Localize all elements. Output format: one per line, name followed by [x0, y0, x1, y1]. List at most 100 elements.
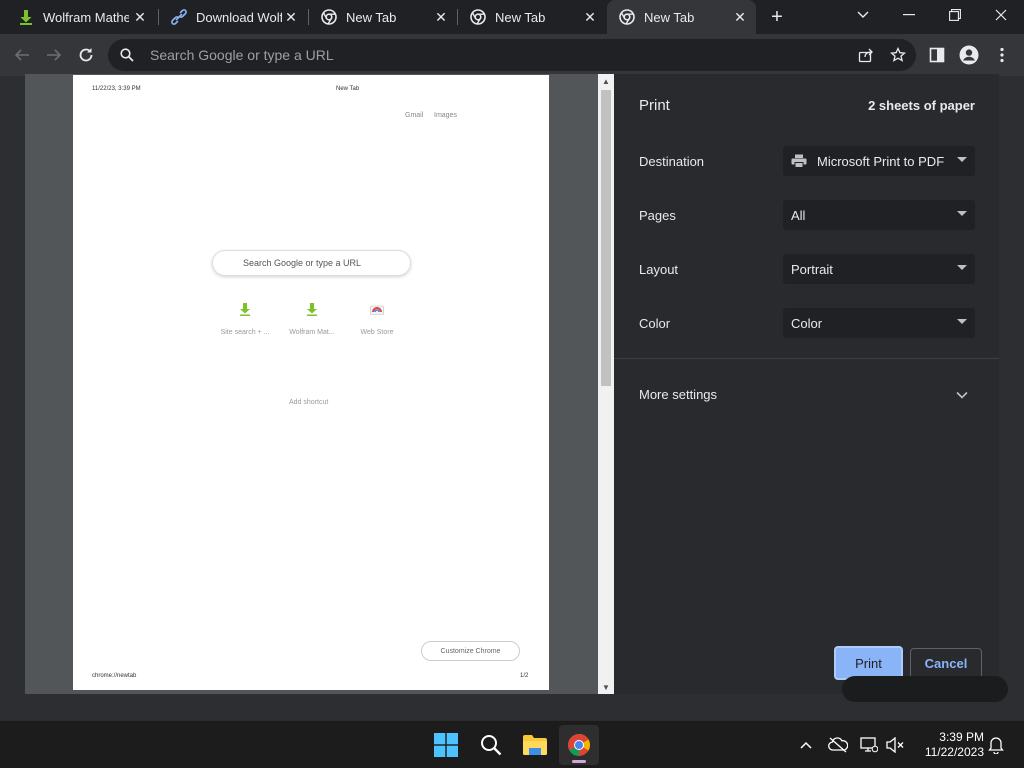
print-dialog-title: Print	[639, 97, 670, 114]
preview-customize-chrome: Customize Chrome	[421, 641, 520, 661]
tab-title: New Tab	[644, 9, 695, 25]
back-arrow-icon[interactable]	[9, 42, 35, 68]
search-icon	[118, 46, 136, 64]
chrome-taskbar-icon[interactable]	[559, 725, 599, 765]
color-value: Color	[791, 315, 823, 331]
start-button[interactable]	[426, 725, 466, 765]
print-preview-pane: 11/22/23, 3:39 PM New Tab Gmail Images S…	[25, 74, 614, 694]
share-icon[interactable]	[858, 47, 874, 68]
tab-new-tab-active[interactable]: New Tab ✕	[607, 0, 756, 34]
restore-icon[interactable]	[932, 0, 978, 30]
close-tab-icon[interactable]: ✕	[732, 9, 748, 25]
preview-shortcut: Web Store	[342, 301, 412, 336]
layout-select[interactable]: Portrait	[783, 254, 975, 284]
profile-avatar-icon[interactable]	[956, 42, 982, 68]
dropdown-caret-icon	[957, 265, 967, 270]
color-select[interactable]: Color	[783, 308, 975, 338]
tab-title: Wolfram Mathem	[43, 9, 129, 25]
preview-search-placeholder: Search Google or type a URL	[243, 258, 362, 268]
notification-bell-icon[interactable]	[986, 735, 1006, 755]
chrome-icon	[321, 9, 337, 25]
tab-search-icon[interactable]	[840, 0, 886, 30]
preview-page: 11/22/23, 3:39 PM New Tab Gmail Images S…	[73, 75, 549, 690]
tab-title: Download Wolfr	[196, 9, 282, 25]
tab-title: New Tab	[346, 9, 397, 25]
file-explorer-icon[interactable]	[515, 725, 555, 765]
layout-label: Layout	[639, 262, 679, 277]
bookmark-star-icon[interactable]	[889, 46, 907, 68]
download-arrow-icon	[237, 301, 253, 317]
tab-strip: Wolfram Mathem ✕ Download Wolfr ✕ New Ta…	[0, 0, 1024, 34]
clock-time: 3:39 PM	[939, 730, 984, 744]
print-button[interactable]: Print	[834, 646, 903, 680]
preview-shortcut-label: Web Store	[360, 329, 394, 336]
background-button	[842, 676, 1008, 702]
scroll-up-arrow-icon[interactable]: ▲	[598, 74, 614, 88]
chevron-down-icon[interactable]	[954, 387, 970, 403]
scrollbar-thumb[interactable]	[601, 90, 611, 386]
destination-select[interactable]: Microsoft Print to PDF	[783, 146, 975, 176]
close-tab-icon[interactable]: ✕	[582, 9, 598, 25]
active-app-indicator	[572, 760, 586, 763]
destination-label: Destination	[639, 154, 705, 169]
pages-select[interactable]: All	[783, 200, 975, 230]
preview-footer-page-number: 1/2	[520, 673, 529, 679]
layout-value: Portrait	[791, 261, 833, 277]
tab-download-wolfram[interactable]: Download Wolfr ✕	[159, 0, 307, 34]
tab-new-tab-2[interactable]: New Tab ✕	[458, 0, 606, 34]
close-tab-icon[interactable]: ✕	[132, 9, 148, 25]
system-clock[interactable]: 3:39 PM 11/22/2023	[912, 730, 984, 760]
sheet-count: 2 sheets of paper	[868, 98, 975, 113]
print-settings-pane: Print 2 sheets of paper Destination Micr…	[614, 74, 999, 694]
tray-overflow-chevron-icon[interactable]	[796, 735, 816, 755]
cancel-button[interactable]: Cancel	[910, 648, 982, 679]
side-panel-icon[interactable]	[924, 42, 950, 68]
preview-shortcut: Wolfram Mat...	[277, 301, 347, 336]
dropdown-caret-icon	[957, 319, 967, 324]
preview-shortcut: Site search + ...	[210, 301, 280, 336]
printer-icon	[791, 154, 807, 168]
omnibox-input[interactable]	[150, 47, 750, 63]
dropdown-caret-icon	[957, 157, 967, 162]
omnibox[interactable]	[108, 39, 916, 71]
tab-new-tab-1[interactable]: New Tab ✕	[309, 0, 457, 34]
preview-header-date: 11/22/23, 3:39 PM	[92, 86, 141, 92]
chrome-icon	[619, 9, 635, 25]
preview-shortcut-label: Site search + ...	[220, 329, 270, 336]
scroll-down-arrow-icon[interactable]: ▼	[598, 680, 614, 694]
volume-muted-icon[interactable]	[885, 735, 905, 755]
pages-label: Pages	[639, 208, 676, 223]
browser-toolbar	[0, 34, 1024, 76]
preview-scrollbar[interactable]: ▲ ▼	[598, 74, 614, 694]
clock-date: 11/22/2023	[924, 745, 984, 759]
preview-gmail-link: Gmail	[405, 112, 424, 119]
windows-taskbar: 3:39 PM 11/22/2023	[0, 720, 1024, 768]
preview-search-box: Search Google or type a URL	[212, 250, 411, 276]
tab-title: New Tab	[495, 9, 546, 25]
destination-value: Microsoft Print to PDF	[817, 153, 945, 169]
download-arrow-icon	[304, 301, 320, 317]
preview-customize-label: Customize Chrome	[440, 647, 501, 655]
preview-images-link: Images	[434, 112, 457, 119]
forward-arrow-icon[interactable]	[41, 42, 67, 68]
close-tab-icon[interactable]: ✕	[433, 9, 449, 25]
network-icon[interactable]	[859, 735, 879, 755]
close-window-icon[interactable]	[978, 0, 1024, 30]
preview-add-shortcut: Add shortcut	[289, 399, 329, 406]
pages-value: All	[791, 207, 806, 223]
taskbar-search-icon[interactable]	[471, 725, 511, 765]
reload-icon[interactable]	[73, 42, 99, 68]
dropdown-caret-icon	[957, 211, 967, 216]
tab-wolfram-mathematica[interactable]: Wolfram Mathem ✕	[6, 0, 156, 34]
onedrive-off-icon[interactable]	[828, 735, 848, 755]
settings-divider	[614, 358, 999, 359]
link-icon	[171, 9, 187, 25]
more-settings-toggle[interactable]: More settings	[639, 387, 717, 402]
windows-logo-icon	[434, 733, 458, 757]
download-arrow-icon	[18, 9, 34, 25]
close-tab-icon[interactable]: ✕	[283, 9, 299, 25]
new-tab-button[interactable]: +	[764, 5, 790, 29]
menu-kebab-icon[interactable]	[989, 42, 1015, 68]
minimize-icon[interactable]	[886, 0, 932, 30]
preview-header-title: New Tab	[336, 86, 360, 92]
